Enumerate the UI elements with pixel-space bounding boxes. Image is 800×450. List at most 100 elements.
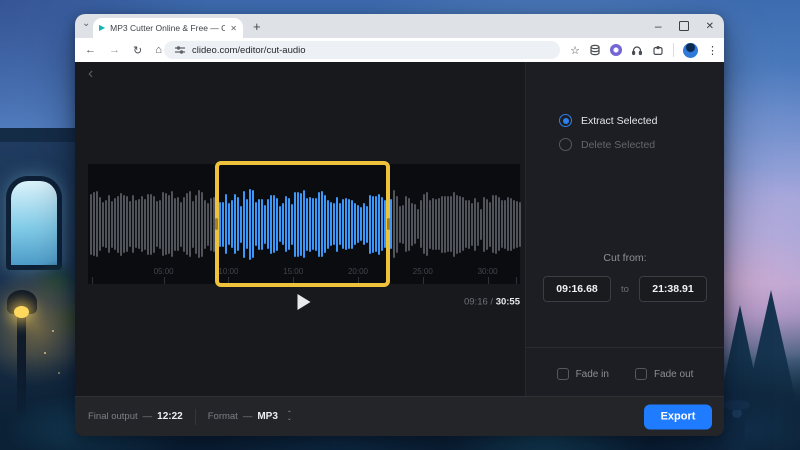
selection-frame[interactable] xyxy=(215,161,390,287)
selection-left-handle[interactable] xyxy=(215,218,218,230)
waveform-bar xyxy=(156,201,158,247)
cut-end-input[interactable]: 21:38.91 xyxy=(639,276,707,302)
waveform-bar xyxy=(144,199,146,250)
waveform-bar xyxy=(399,206,401,243)
ruler-tick xyxy=(516,277,517,284)
radio-delete-selected[interactable]: Delete Selected xyxy=(559,138,655,151)
extension-database-icon[interactable] xyxy=(589,44,601,56)
waveform-bar xyxy=(489,202,491,247)
final-output-group: Final output — 12:22 xyxy=(88,411,183,422)
editor-back-button[interactable]: ‹ xyxy=(88,65,93,83)
waveform-bar xyxy=(126,196,128,252)
waveform-bar xyxy=(513,200,515,249)
clideo-favicon-play-icon: ▶ xyxy=(99,24,105,32)
browser-menu-icon[interactable]: ⋮ xyxy=(707,44,718,57)
waveform-panel[interactable]: 05:0010:0015:0020:0025:0030:00 xyxy=(88,164,520,284)
home-icon[interactable]: ⌂ xyxy=(155,44,162,56)
waveform-bar xyxy=(423,194,425,254)
ruler-label: 05:00 xyxy=(154,267,174,276)
browser-tab[interactable]: ▶ MP3 Cutter Online & Free — C ✕ xyxy=(93,18,243,38)
format-group[interactable]: Format — MP3 ⌃ ⌄ xyxy=(208,411,292,422)
waveform-bar xyxy=(132,195,134,253)
waveform-bar xyxy=(171,191,173,257)
selection-right-handle[interactable] xyxy=(387,218,390,230)
fade-in-checkbox[interactable]: Fade in xyxy=(557,368,609,380)
waveform-bar xyxy=(207,203,209,246)
waveform-bar xyxy=(474,198,476,251)
tab-close-icon[interactable]: ✕ xyxy=(230,24,237,33)
cut-from-label: Cut from: xyxy=(526,252,724,264)
current-time: 09:16 xyxy=(464,297,488,308)
waveform-bar xyxy=(393,190,395,258)
time-display: 09:16 / 30:55 xyxy=(464,297,520,308)
browser-window: ⌄ ▶ MP3 Cutter Online & Free — C ✕ + – ✕… xyxy=(75,14,724,436)
forward-icon[interactable]: → xyxy=(109,44,120,56)
waveform-bar xyxy=(420,200,422,248)
waveform-bar xyxy=(153,196,155,253)
format-stepper[interactable]: ⌃ ⌄ xyxy=(287,412,292,422)
ruler-tick xyxy=(423,277,424,284)
close-button[interactable]: ✕ xyxy=(706,21,714,32)
reload-icon[interactable]: ↻ xyxy=(133,44,142,57)
waveform-bar xyxy=(462,197,464,251)
back-icon[interactable]: ← xyxy=(85,44,96,56)
wallpaper-lamp-bulb xyxy=(14,306,29,318)
footer-divider xyxy=(195,409,196,425)
waveform-bar xyxy=(150,194,152,255)
new-tab-button[interactable]: + xyxy=(253,14,261,38)
wallpaper-figure xyxy=(729,416,745,450)
fade-out-checkbox[interactable]: Fade out xyxy=(635,368,693,380)
waveform-bar xyxy=(93,192,95,256)
address-bar[interactable]: clideo.com/editor/cut-audio xyxy=(164,41,560,59)
tab-search-chevron-icon[interactable]: ⌄ xyxy=(82,18,90,29)
extension-headphones-icon[interactable] xyxy=(631,44,643,56)
waveform-bar xyxy=(453,192,455,257)
radio-extract-selected[interactable]: Extract Selected xyxy=(559,114,657,127)
window-controls: – ✕ xyxy=(655,14,714,38)
waveform-bar xyxy=(204,200,206,249)
waveform-bar xyxy=(405,196,407,252)
waveform-bar xyxy=(480,209,482,240)
waveform-bar xyxy=(168,195,170,254)
maximize-button[interactable] xyxy=(679,21,689,31)
waveform-bar xyxy=(450,196,452,252)
url-text[interactable]: clideo.com/editor/cut-audio xyxy=(192,45,306,56)
waveform-bar xyxy=(456,195,458,254)
final-output-label: Final output xyxy=(88,411,138,422)
site-info-icon[interactable] xyxy=(174,44,186,56)
waveform-bar xyxy=(426,192,428,256)
nav-icons: ← → ↻ ⌂ xyxy=(85,38,162,62)
toolbar-divider xyxy=(673,43,674,57)
waveform-bar xyxy=(483,197,485,252)
waveform-bar xyxy=(441,196,443,253)
bookmark-star-icon[interactable]: ☆ xyxy=(570,44,580,57)
waveform-bar xyxy=(504,200,506,249)
toolbar-right-icons: ☆ xyxy=(570,38,718,62)
ruler-label: 30:00 xyxy=(478,267,498,276)
radio-icon xyxy=(559,138,572,151)
play-button[interactable] xyxy=(298,294,311,310)
desktop-wallpaper: ⌄ ▶ MP3 Cutter Online & Free — C ✕ + – ✕… xyxy=(0,0,800,450)
waveform-bar xyxy=(507,197,509,251)
minimize-button[interactable]: – xyxy=(655,19,662,33)
waveform-bar xyxy=(486,199,488,250)
checkbox-label: Fade in xyxy=(576,369,609,380)
waveform-bar xyxy=(492,195,494,253)
export-button[interactable]: Export xyxy=(644,404,712,429)
dash-separator: — xyxy=(143,411,153,422)
time-separator: / xyxy=(488,297,496,308)
waveform-bar xyxy=(477,202,479,246)
waveform-bar xyxy=(411,203,413,246)
fade-options-row: Fade in Fade out xyxy=(526,368,724,380)
waveform-bar xyxy=(186,193,188,255)
extension-purple-icon[interactable] xyxy=(610,44,622,56)
to-label: to xyxy=(621,284,629,295)
cut-range-row: 09:16.68 to 21:38.91 xyxy=(526,276,724,302)
waveform-bar xyxy=(195,195,197,254)
stepper-down-icon[interactable]: ⌄ xyxy=(287,417,292,422)
waveform-bar xyxy=(447,196,449,252)
checkbox-label: Fade out xyxy=(654,369,693,380)
cut-start-input[interactable]: 09:16.68 xyxy=(543,276,611,302)
profile-avatar[interactable] xyxy=(683,43,698,58)
extensions-puzzle-icon[interactable] xyxy=(652,44,664,56)
